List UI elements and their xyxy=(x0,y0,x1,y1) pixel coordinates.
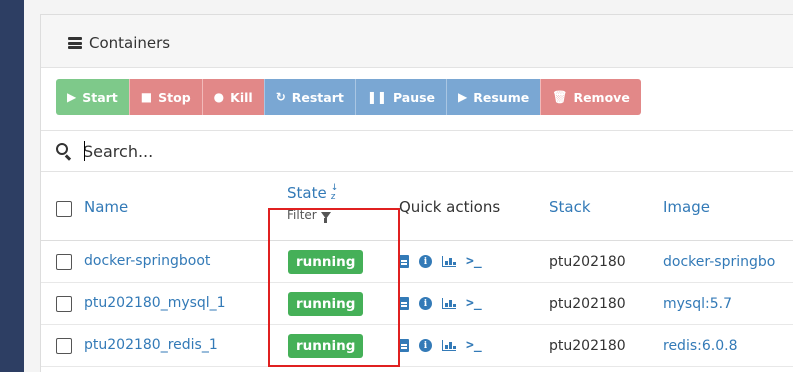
row-checkbox[interactable] xyxy=(56,338,72,354)
column-header-name[interactable]: Name xyxy=(84,198,128,216)
column-header-quick-actions: Quick actions xyxy=(399,198,501,216)
stack-cell: ptu202180 xyxy=(549,296,626,312)
stats-icon[interactable] xyxy=(442,256,456,267)
status-badge: running xyxy=(288,334,364,358)
quick-actions: i >_ xyxy=(399,338,492,353)
console-icon[interactable]: >_ xyxy=(466,254,482,269)
trash-icon: 🗑 xyxy=(552,90,568,104)
info-icon[interactable]: i xyxy=(419,255,432,268)
resume-button[interactable]: ▶ Resume xyxy=(446,79,541,115)
refresh-icon: ↻ xyxy=(275,90,286,104)
column-header-state-label: State xyxy=(287,184,327,202)
column-header-state[interactable]: State ↓ z xyxy=(287,183,339,203)
start-button[interactable]: ▶ Start xyxy=(56,79,129,115)
column-header-image[interactable]: Image xyxy=(663,198,710,216)
resume-button-label: Resume xyxy=(473,89,530,105)
column-header-state-group: State ↓ z Filter xyxy=(287,183,339,223)
remove-button[interactable]: 🗑 Remove xyxy=(540,79,641,115)
restart-button[interactable]: ↻ Restart xyxy=(263,79,355,115)
search-icon xyxy=(56,142,73,160)
info-icon[interactable]: i xyxy=(419,339,432,352)
kill-button[interactable]: ● Kill xyxy=(201,79,264,115)
logs-icon[interactable] xyxy=(399,297,409,310)
quick-actions: i >_ xyxy=(399,254,492,269)
containers-panel: Containers ▶ Start ■ Stop ● Kill ↻ Resta… xyxy=(40,14,793,372)
stack-cell: ptu202180 xyxy=(549,338,626,354)
sort-icon: ↓ z xyxy=(330,183,339,202)
status-badge: running xyxy=(288,250,364,274)
container-name-link[interactable]: docker-springboot xyxy=(84,253,210,269)
bomb-icon: ● xyxy=(213,90,225,104)
panel-title: Containers xyxy=(68,34,170,52)
pause-icon: ❚❚ xyxy=(366,90,387,104)
play-icon: ▶ xyxy=(458,90,468,104)
status-badge: running xyxy=(288,292,364,316)
text-cursor xyxy=(84,141,85,161)
logs-icon[interactable] xyxy=(399,339,409,352)
table-row: docker-springboot running i >_ ptu202180… xyxy=(41,241,793,283)
state-filter-label: Filter xyxy=(287,208,317,222)
container-name-link[interactable]: ptu202180_mysql_1 xyxy=(84,295,226,311)
table-header: Name State ↓ z Filter Quick actions Stack… xyxy=(41,173,793,241)
stop-icon: ■ xyxy=(140,90,153,104)
kill-button-label: Kill xyxy=(230,89,253,105)
container-name-link[interactable]: ptu202180_redis_1 xyxy=(84,337,218,353)
stop-button[interactable]: ■ Stop xyxy=(128,79,202,115)
console-icon[interactable]: >_ xyxy=(466,338,482,353)
image-link[interactable]: docker-springbo xyxy=(663,254,775,270)
search-bar xyxy=(41,130,793,172)
row-checkbox[interactable] xyxy=(56,296,72,312)
quick-actions: i >_ xyxy=(399,296,492,311)
pause-button[interactable]: ❚❚ Pause xyxy=(354,79,447,115)
sidebar-edge xyxy=(0,0,24,372)
column-header-stack[interactable]: Stack xyxy=(549,198,591,216)
container-actions-toolbar: ▶ Start ■ Stop ● Kill ↻ Restart ❚❚ Pause… xyxy=(56,79,641,115)
stack-cell: ptu202180 xyxy=(549,254,626,270)
panel-header: Containers xyxy=(41,15,793,68)
logs-icon[interactable] xyxy=(399,255,409,268)
play-icon: ▶ xyxy=(67,90,77,104)
table-row: ptu202180_mysql_1 running i >_ ptu202180… xyxy=(41,283,793,325)
stats-icon[interactable] xyxy=(442,340,456,351)
start-button-label: Start xyxy=(82,89,118,105)
pause-button-label: Pause xyxy=(392,89,436,105)
console-icon[interactable]: >_ xyxy=(466,296,482,311)
image-link[interactable]: mysql:5.7 xyxy=(663,296,732,312)
restart-button-label: Restart xyxy=(291,89,344,105)
search-input[interactable] xyxy=(83,141,483,161)
state-filter[interactable]: Filter xyxy=(287,208,338,223)
stats-icon[interactable] xyxy=(442,298,456,309)
table-row: ptu202180_redis_1 running i >_ ptu202180… xyxy=(41,325,793,367)
filter-icon xyxy=(320,211,331,223)
row-checkbox[interactable] xyxy=(56,254,72,270)
image-link[interactable]: redis:6.0.8 xyxy=(663,338,737,354)
select-all-checkbox[interactable] xyxy=(56,201,72,217)
info-icon[interactable]: i xyxy=(419,297,432,310)
server-icon xyxy=(68,37,82,49)
stop-button-label: Stop xyxy=(158,89,191,105)
panel-title-label: Containers xyxy=(89,34,171,52)
remove-button-label: Remove xyxy=(573,89,630,105)
